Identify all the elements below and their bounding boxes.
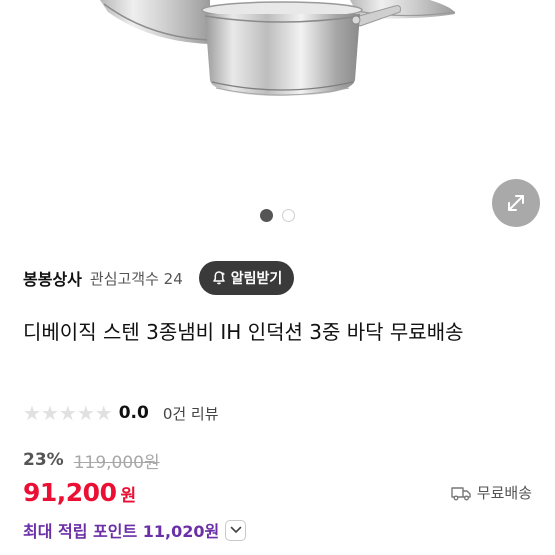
shipping-label: 무료배송 bbox=[476, 484, 532, 502]
chevron-down-icon bbox=[230, 526, 242, 533]
original-price: 119,000원 bbox=[73, 452, 160, 473]
product-title: 디베이직 스텐 3종냄비 IH 인덕션 3중 바닥 무료배송 bbox=[23, 320, 464, 344]
pager-dot[interactable] bbox=[282, 209, 295, 222]
star-icon: ★ bbox=[40, 401, 59, 425]
bell-icon bbox=[213, 271, 225, 285]
truck-icon bbox=[451, 486, 471, 500]
max-points: 최대 적립 포인트 11,020원 bbox=[23, 522, 220, 541]
star-icon: ★ bbox=[94, 401, 113, 425]
seller-row: 봉봉상사 관심고객수 24 알림받기 bbox=[23, 260, 295, 296]
review-count[interactable]: 0건 리뷰 bbox=[163, 403, 219, 424]
rating-value: 0.0 bbox=[118, 403, 149, 423]
shipping-info[interactable]: 무료배송 bbox=[451, 482, 532, 503]
rating-stars: ★ ★ ★ ★ ★ bbox=[23, 403, 113, 423]
pager-dot-active[interactable] bbox=[260, 209, 273, 222]
star-icon: ★ bbox=[23, 401, 41, 425]
alarm-button-label: 알림받기 bbox=[230, 271, 283, 287]
image-pager bbox=[0, 209, 555, 222]
discount-row: 23% 119,000원 bbox=[23, 448, 160, 473]
price-row: 91,200 원 bbox=[23, 478, 136, 507]
sale-price: 91,200 bbox=[23, 478, 117, 507]
discount-rate: 23% bbox=[23, 450, 64, 470]
rating-row[interactable]: ★ ★ ★ ★ ★ 0.0 0건 리뷰 bbox=[23, 400, 219, 426]
star-icon: ★ bbox=[58, 401, 77, 425]
seller-name[interactable]: 봉봉상사 bbox=[23, 266, 82, 290]
points-expand-button[interactable] bbox=[225, 519, 247, 541]
star-icon: ★ bbox=[76, 401, 95, 425]
pot-illustration bbox=[100, 0, 456, 96]
alarm-button[interactable]: 알림받기 bbox=[198, 261, 295, 295]
product-image[interactable] bbox=[0, 0, 555, 195]
sale-price-unit: 원 bbox=[120, 486, 137, 506]
points-row[interactable]: 최대 적립 포인트 11,020원 bbox=[23, 517, 247, 543]
follower-count: 관심고객수 24 bbox=[89, 269, 183, 288]
